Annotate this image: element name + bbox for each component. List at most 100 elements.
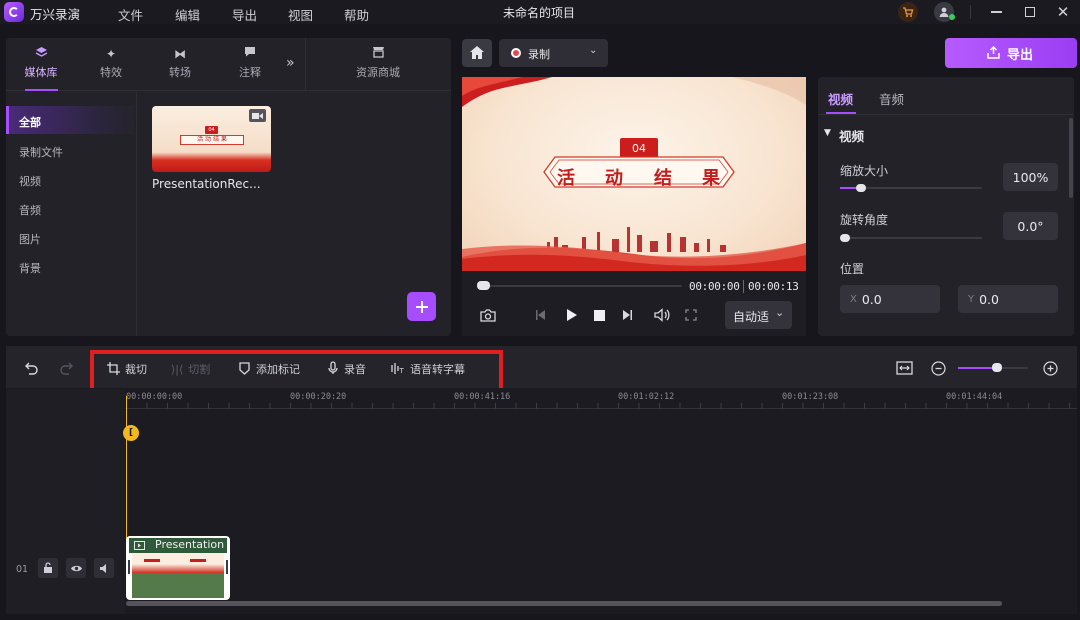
thumb-title: 活 动 结 果 bbox=[180, 135, 244, 145]
add-media-button[interactable] bbox=[407, 292, 436, 321]
tab-video-properties[interactable]: 视频 bbox=[828, 89, 853, 108]
more-tabs-icon[interactable]: » bbox=[286, 55, 295, 71]
tab-media-library[interactable]: 媒体库 bbox=[12, 46, 70, 80]
speech-to-text-tool[interactable]: T 语音转字幕 bbox=[391, 361, 465, 377]
speaker-icon[interactable] bbox=[94, 558, 114, 578]
y-value: 0.0 bbox=[979, 291, 999, 307]
scale-slider-handle[interactable] bbox=[856, 184, 867, 192]
media-item-name: PresentationRec... bbox=[152, 177, 261, 191]
menu-help[interactable]: 帮助 bbox=[344, 5, 369, 24]
tab-audio-properties[interactable]: 音频 bbox=[879, 89, 904, 108]
zoom-in-icon[interactable] bbox=[1041, 359, 1059, 377]
close-icon[interactable]: ✕ bbox=[1054, 3, 1072, 21]
menu-edit[interactable]: 编辑 bbox=[175, 5, 200, 24]
volume-icon[interactable] bbox=[653, 306, 671, 324]
playhead-line[interactable] bbox=[126, 396, 127, 541]
category-images[interactable]: 图片 bbox=[19, 231, 41, 247]
split-icon: ⟩|⟨ bbox=[171, 363, 184, 376]
category-active-marker bbox=[6, 106, 9, 134]
crop-label: 裁切 bbox=[125, 363, 147, 376]
clip-thumb-mark bbox=[144, 559, 160, 562]
export-label: 导出 bbox=[1007, 48, 1034, 63]
zoom-out-icon[interactable] bbox=[929, 359, 947, 377]
track-number: 01 bbox=[16, 564, 29, 575]
fullscreen-icon[interactable] bbox=[683, 307, 699, 323]
lock-icon[interactable] bbox=[38, 558, 58, 578]
maximize-icon[interactable] bbox=[1021, 3, 1039, 21]
play-icon[interactable] bbox=[563, 306, 581, 324]
category-recordings[interactable]: 录制文件 bbox=[19, 144, 63, 160]
category-all[interactable]: 全部 bbox=[19, 114, 41, 130]
position-y-input[interactable]: Y 0.0 bbox=[958, 285, 1058, 313]
clip-trim-handle-right[interactable] bbox=[226, 560, 228, 574]
redo-icon[interactable] bbox=[57, 359, 75, 377]
export-button[interactable]: 导出 bbox=[945, 38, 1077, 68]
tab-transitions[interactable]: ⧓ 转场 bbox=[151, 46, 209, 80]
zoom-slider-handle[interactable] bbox=[991, 363, 1002, 372]
fit-mode-dropdown[interactable]: 自动适 ⌄ bbox=[725, 301, 792, 329]
rotate-slider-track[interactable] bbox=[840, 237, 982, 239]
undo-icon[interactable] bbox=[23, 359, 41, 377]
clip-trim-handle-left[interactable] bbox=[128, 560, 130, 574]
eye-icon[interactable] bbox=[66, 558, 86, 578]
position-x-input[interactable]: X 0.0 bbox=[840, 285, 940, 313]
thumb-badge: 04 bbox=[205, 126, 218, 134]
playhead-handle-icon[interactable]: [ bbox=[123, 425, 139, 441]
home-button[interactable] bbox=[462, 39, 492, 67]
media-item[interactable]: 04 活 动 结 果 bbox=[152, 106, 271, 172]
properties-active-tab-indicator bbox=[826, 112, 856, 114]
ruler-tick-label: 00:01:44:04 bbox=[946, 392, 1003, 402]
category-backgrounds[interactable]: 背景 bbox=[19, 260, 41, 276]
previous-frame-icon[interactable] bbox=[533, 307, 549, 323]
add-marker-label: 添加标记 bbox=[256, 363, 300, 376]
stop-icon[interactable] bbox=[591, 307, 607, 323]
tab-label: 资源商城 bbox=[356, 66, 400, 79]
tab-resource-store[interactable]: 资源商城 bbox=[340, 46, 416, 80]
split-tool[interactable]: ⟩|⟨ 切割 bbox=[171, 361, 210, 377]
tab-annotations[interactable]: 注释 bbox=[221, 46, 279, 80]
preview-title-char-4: 果 bbox=[702, 168, 720, 189]
ruler-tick-label: 00:00:41:16 bbox=[454, 392, 511, 402]
cart-icon[interactable] bbox=[898, 2, 918, 22]
menu-view[interactable]: 视图 bbox=[288, 5, 313, 24]
track-header-column bbox=[6, 389, 125, 614]
record-dot-icon bbox=[511, 48, 521, 58]
add-marker-tool[interactable]: 添加标记 bbox=[239, 361, 300, 377]
sparkle-icon: ✦ bbox=[105, 47, 117, 61]
voiceover-tool[interactable]: 录音 bbox=[328, 361, 366, 377]
video-camera-icon bbox=[249, 109, 266, 122]
tab-effects[interactable]: ✦ 特效 bbox=[82, 46, 140, 80]
properties-scrollbar[interactable] bbox=[1069, 118, 1073, 198]
current-time: 00:00:00 bbox=[689, 280, 740, 293]
timeline-clip[interactable]: Presentation bbox=[126, 536, 230, 600]
chevron-down-icon: ⌄ bbox=[589, 45, 598, 56]
fit-timeline-icon[interactable] bbox=[894, 359, 914, 377]
clip-label: Presentation bbox=[155, 538, 225, 551]
app-logo-icon bbox=[4, 2, 24, 22]
record-dropdown[interactable]: 录制 ⌄ bbox=[499, 39, 608, 67]
ruler-minor-ticks bbox=[126, 403, 1076, 409]
menu-file[interactable]: 文件 bbox=[118, 5, 143, 24]
timeline-scrollbar[interactable] bbox=[126, 601, 1002, 606]
minimize-icon[interactable] bbox=[987, 3, 1005, 21]
clip-thumb-mark bbox=[190, 559, 206, 562]
active-tab-indicator bbox=[25, 89, 58, 91]
comment-icon bbox=[221, 46, 279, 62]
clip-audio-strip bbox=[132, 573, 224, 598]
crop-tool[interactable]: 裁切 bbox=[107, 361, 147, 377]
menu-export[interactable]: 导出 bbox=[232, 5, 257, 24]
title-bar: 万兴录演 文件 编辑 导出 视图 帮助 未命名的项目 ✕ bbox=[0, 0, 1080, 24]
progress-handle[interactable] bbox=[477, 281, 490, 290]
camera-icon[interactable] bbox=[478, 306, 498, 324]
next-frame-icon[interactable] bbox=[619, 307, 635, 323]
preview-title-char-1: 活 bbox=[557, 168, 575, 189]
rotate-slider-handle[interactable] bbox=[840, 234, 850, 242]
collapse-triangle-icon[interactable]: ▼ bbox=[824, 128, 831, 138]
rotate-value-input[interactable]: 0.0° bbox=[1003, 212, 1058, 240]
scale-value-input[interactable]: 100% bbox=[1003, 163, 1058, 191]
category-video[interactable]: 视频 bbox=[19, 173, 41, 189]
progress-track[interactable] bbox=[480, 285, 682, 287]
microphone-icon bbox=[328, 361, 338, 374]
properties-tab-divider bbox=[818, 114, 1074, 115]
category-audio[interactable]: 音频 bbox=[19, 202, 41, 218]
